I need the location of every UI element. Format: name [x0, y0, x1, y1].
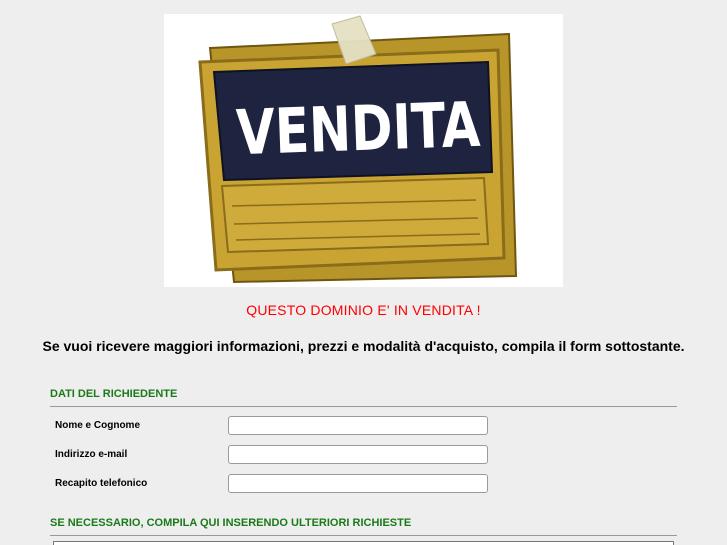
for-sale-headline: QUESTO DOMINIO E' IN VENDITA !: [246, 302, 481, 318]
field-label-email: Indirizzo e-mail: [55, 449, 128, 460]
intro-text: Se vuoi ricevere maggiori informazioni, …: [42, 338, 685, 354]
phone-input[interactable]: [228, 474, 488, 493]
field-label-name: Nome e Cognome: [55, 420, 141, 431]
email-input[interactable]: [228, 445, 488, 464]
for-sale-sign-image: VENDITA: [164, 14, 563, 287]
sign-text: VENDITA: [235, 88, 481, 169]
for-sale-sign-graphic: VENDITA: [198, 15, 518, 284]
page: VENDITA QUESTO DOMINIO E' IN VENDITA ! S…: [0, 0, 727, 545]
section-title-requester: DATI DEL RICHIEDENTE: [50, 388, 677, 407]
section-title-notes: SE NECESSARIO, COMPILA QUI INSERENDO ULT…: [50, 517, 677, 536]
name-input[interactable]: [228, 416, 488, 435]
field-label-phone: Recapito telefonico: [55, 478, 148, 489]
notes-textarea[interactable]: [53, 541, 674, 545]
